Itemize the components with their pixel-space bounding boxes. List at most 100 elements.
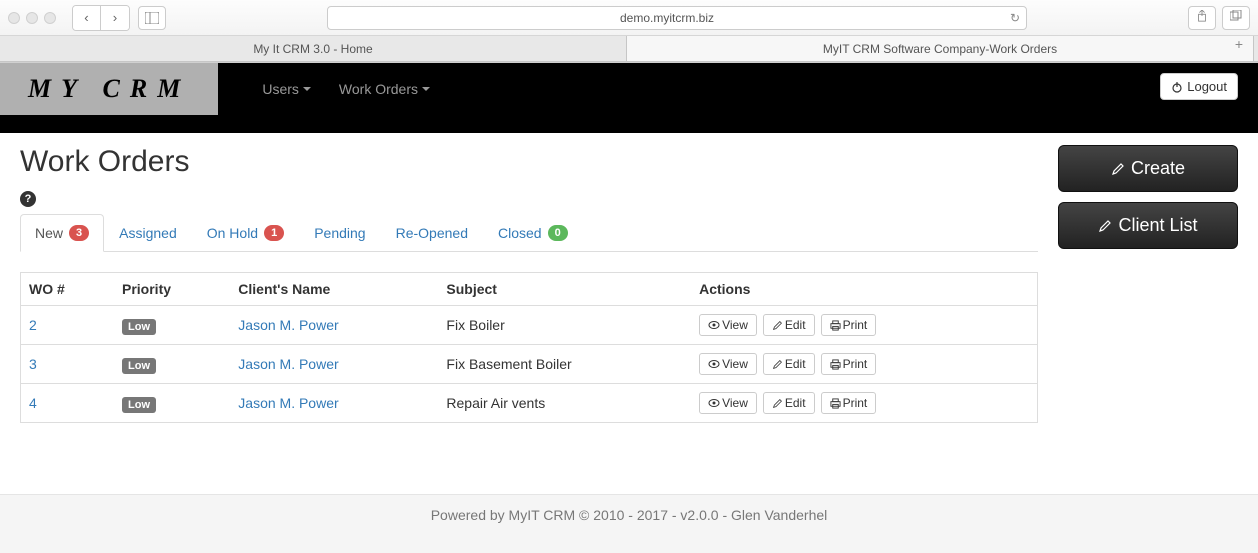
- logo-text: MY CRM: [28, 74, 190, 104]
- badge: 0: [548, 225, 568, 241]
- tab-assigned[interactable]: Assigned: [104, 214, 192, 252]
- badge: 3: [69, 225, 89, 241]
- view-button[interactable]: View: [699, 314, 757, 336]
- subject-cell: Fix Boiler: [438, 306, 691, 345]
- col-actions: Actions: [691, 273, 1037, 306]
- pencil-icon: [772, 320, 783, 331]
- view-button[interactable]: View: [699, 392, 757, 414]
- browser-toolbar: ‹ › demo.myitcrm.biz ↻: [0, 0, 1258, 36]
- view-button[interactable]: View: [699, 353, 757, 375]
- status-tabs: New 3 Assigned On Hold 1 Pending Re-Opened Clos…: [20, 213, 1038, 252]
- tab-work-orders[interactable]: MyIT CRM Software Company-Work Orders: [627, 36, 1254, 61]
- tab-reopened[interactable]: Re-Opened: [381, 214, 483, 252]
- priority-badge: Low: [122, 397, 156, 413]
- priority-badge: Low: [122, 319, 156, 335]
- subject-cell: Repair Air vents: [438, 384, 691, 423]
- nav-work-orders-label: Work Orders: [339, 81, 418, 97]
- wo-link[interactable]: 4: [29, 395, 37, 411]
- create-label: Create: [1131, 158, 1185, 179]
- tab-onhold[interactable]: On Hold 1: [192, 214, 299, 252]
- eye-icon: [708, 398, 720, 408]
- col-client: Client's Name: [230, 273, 438, 306]
- share-icon: [1196, 10, 1208, 22]
- edit-button[interactable]: Edit: [763, 353, 815, 375]
- table-row: 2 Low Jason M. Power Fix Boiler View Edit Prin…: [21, 306, 1038, 345]
- pencil-icon: [772, 398, 783, 409]
- edit-button[interactable]: Edit: [763, 392, 815, 414]
- close-window-icon[interactable]: [8, 12, 20, 24]
- chevron-down-icon: [303, 87, 311, 91]
- nav-back-forward: ‹ ›: [72, 5, 130, 31]
- client-link[interactable]: Jason M. Power: [238, 317, 338, 333]
- print-icon: [830, 359, 841, 370]
- tab-label: Re-Opened: [396, 225, 468, 241]
- tab-new[interactable]: New 3: [20, 214, 104, 252]
- edit-button[interactable]: Edit: [763, 314, 815, 336]
- table-row: 4 Low Jason M. Power Repair Air vents View Ed…: [21, 384, 1038, 423]
- window-controls: [8, 12, 56, 24]
- tab-label: Assigned: [119, 225, 177, 241]
- footer-text: Powered by MyIT CRM © 2010 - 2017 - v2.0…: [431, 507, 828, 523]
- power-icon: [1171, 81, 1183, 93]
- create-button[interactable]: Create: [1058, 145, 1238, 192]
- client-link[interactable]: Jason M. Power: [238, 356, 338, 372]
- pencil-icon: [772, 359, 783, 370]
- reload-icon[interactable]: ↻: [1010, 11, 1020, 25]
- wo-link[interactable]: 3: [29, 356, 37, 372]
- nav-menu: Users Work Orders: [248, 63, 444, 115]
- client-list-label: Client List: [1118, 215, 1197, 236]
- print-button[interactable]: Print: [821, 314, 877, 336]
- badge: 1: [264, 225, 284, 241]
- chevron-down-icon: [422, 87, 430, 91]
- browser-chrome: ‹ › demo.myitcrm.biz ↻ My It CRM 3.0 - H…: [0, 0, 1258, 63]
- logout-button[interactable]: Logout: [1160, 73, 1238, 100]
- print-icon: [830, 398, 841, 409]
- eye-icon: [708, 320, 720, 330]
- logout-label: Logout: [1187, 79, 1227, 94]
- client-link[interactable]: Jason M. Power: [238, 395, 338, 411]
- print-button[interactable]: Print: [821, 392, 877, 414]
- maximize-window-icon[interactable]: [44, 12, 56, 24]
- pencil-icon: [1111, 162, 1125, 176]
- col-subject: Subject: [438, 273, 691, 306]
- col-wo: WO #: [21, 273, 115, 306]
- page-title: Work Orders: [20, 145, 1038, 179]
- priority-badge: Low: [122, 358, 156, 374]
- work-orders-table: WO # Priority Client's Name Subject Acti…: [20, 272, 1038, 423]
- new-tab-button[interactable]: +: [1224, 36, 1254, 52]
- tab-label: My It CRM 3.0 - Home: [253, 42, 372, 56]
- help-icon[interactable]: ?: [20, 191, 36, 207]
- tab-home[interactable]: My It CRM 3.0 - Home: [0, 36, 627, 61]
- nav-work-orders[interactable]: Work Orders: [325, 81, 444, 97]
- nav-users[interactable]: Users: [248, 81, 325, 97]
- col-priority: Priority: [114, 273, 230, 306]
- sidebar-icon: [145, 12, 159, 24]
- tabs-icon: [1230, 10, 1242, 22]
- forward-button[interactable]: ›: [101, 6, 129, 30]
- tab-closed[interactable]: Closed 0: [483, 214, 583, 252]
- tab-label: On Hold: [207, 225, 258, 241]
- client-list-button[interactable]: Client List: [1058, 202, 1238, 249]
- tab-label: Pending: [314, 225, 365, 241]
- tab-label: MyIT CRM Software Company-Work Orders: [823, 42, 1057, 56]
- pencil-icon: [1098, 219, 1112, 233]
- nav-users-label: Users: [262, 81, 299, 97]
- url-text: demo.myitcrm.biz: [620, 11, 714, 25]
- back-button[interactable]: ‹: [73, 6, 101, 30]
- tabs-button[interactable]: [1222, 6, 1250, 30]
- app-navbar: MY CRM Users Work Orders Logout: [0, 63, 1258, 133]
- tab-pending[interactable]: Pending: [299, 214, 380, 252]
- tab-label: New: [35, 225, 63, 241]
- share-button[interactable]: [1188, 6, 1216, 30]
- print-button[interactable]: Print: [821, 353, 877, 375]
- sidebar-toggle-button[interactable]: [138, 6, 166, 30]
- browser-tab-bar: My It CRM 3.0 - Home MyIT CRM Software C…: [0, 36, 1258, 62]
- eye-icon: [708, 359, 720, 369]
- logo[interactable]: MY CRM: [0, 63, 218, 115]
- wo-link[interactable]: 2: [29, 317, 37, 333]
- url-bar[interactable]: demo.myitcrm.biz ↻: [327, 6, 1027, 30]
- table-row: 3LowJason M. PowerFix Basement BoilerVie…: [21, 345, 1038, 384]
- tab-label: Closed: [498, 225, 542, 241]
- minimize-window-icon[interactable]: [26, 12, 38, 24]
- print-icon: [830, 320, 841, 331]
